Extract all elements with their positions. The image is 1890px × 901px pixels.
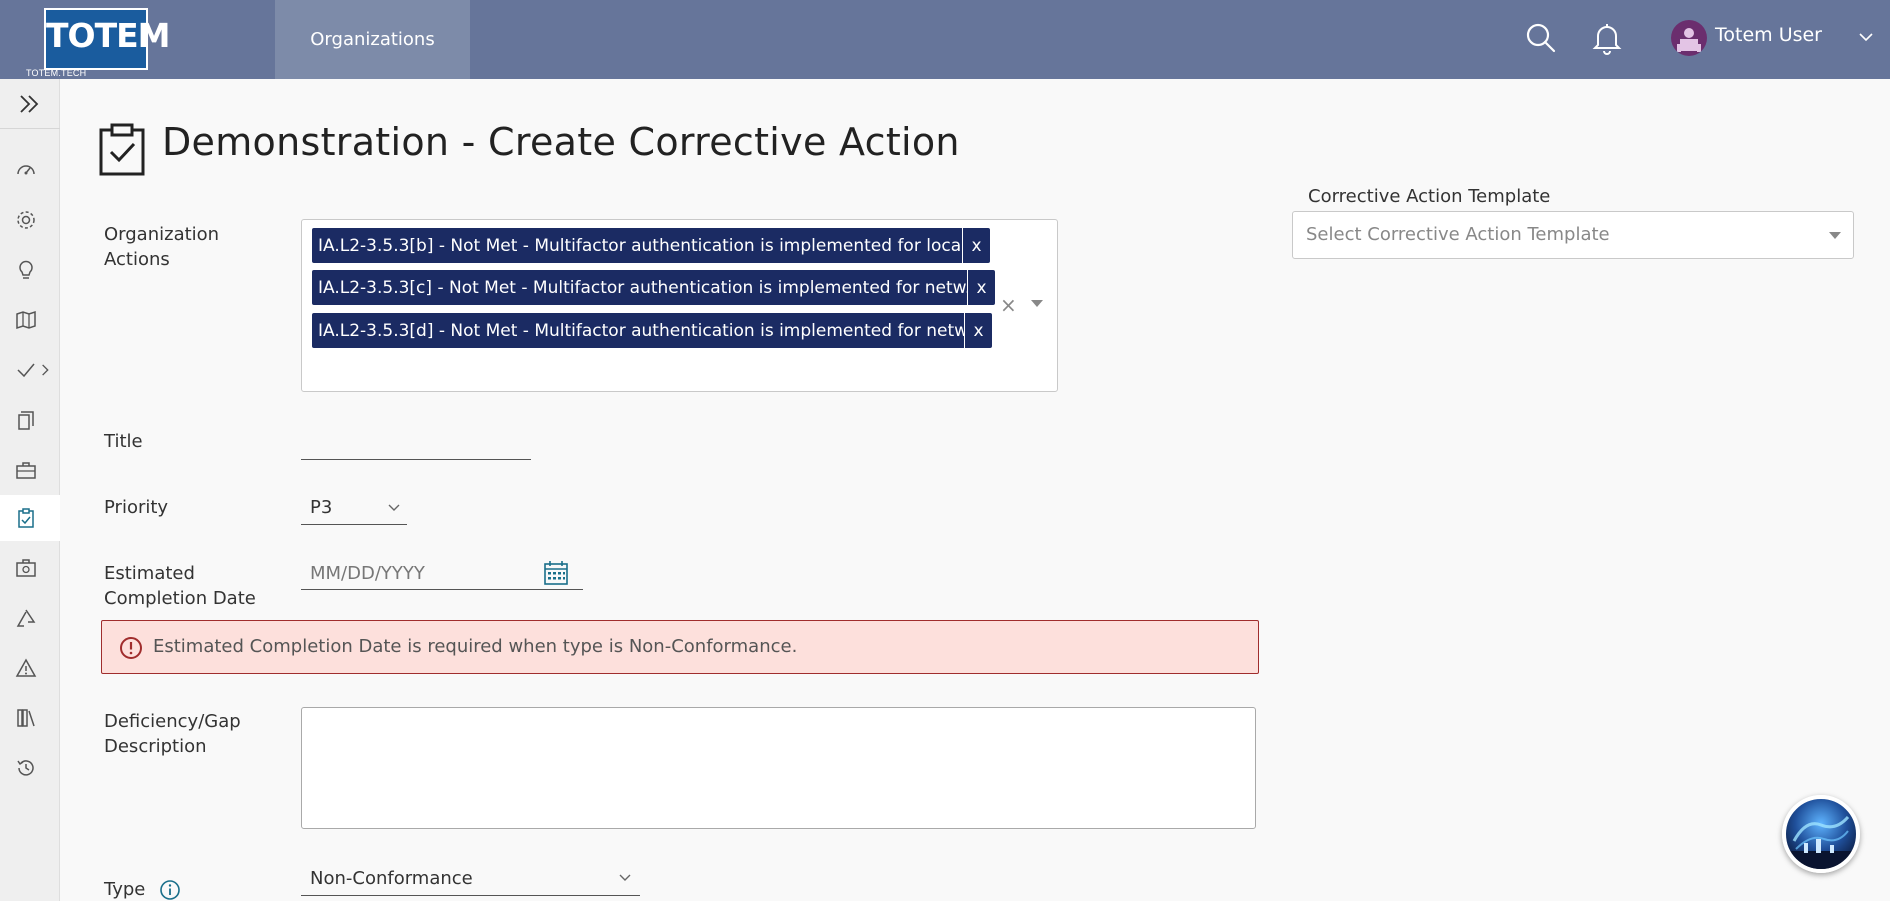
document-icon (18, 411, 34, 430)
type-value: Non-Conformance (310, 868, 473, 889)
info-icon[interactable] (159, 879, 181, 901)
user-avatar[interactable] (1671, 20, 1707, 56)
action-chip: IA.L2-3.5.3[c] - Not Met - Multifactor a… (312, 270, 995, 305)
sidebar-item-projects[interactable] (0, 447, 60, 493)
action-chip-label: IA.L2-3.5.3[d] - Not Met - Multifactor a… (318, 320, 964, 341)
recycle-icon (16, 609, 36, 627)
briefcase-icon (16, 462, 36, 479)
chip-remove-button[interactable]: x (967, 270, 995, 305)
page-title: Demonstration - Create Corrective Action (162, 120, 960, 164)
calendar-icon[interactable] (543, 560, 569, 586)
template-placeholder: Select Corrective Action Template (1306, 224, 1610, 245)
date-placeholder: MM/DD/YYYY (310, 563, 425, 584)
sidebar-item-corrective-actions[interactable] (0, 495, 60, 541)
gear-icon (17, 211, 35, 229)
sidebar-item-dashboard[interactable] (0, 147, 60, 193)
chevron-down-icon (388, 504, 400, 511)
action-chip: IA.L2-3.5.3[d] - Not Met - Multifactor a… (312, 313, 992, 348)
chip-remove-button[interactable]: x (964, 313, 992, 348)
sidebar-item-map[interactable] (0, 297, 60, 343)
search-icon[interactable] (1523, 20, 1559, 56)
template-label: Corrective Action Template (1308, 186, 1551, 207)
warning-icon (15, 658, 37, 677)
sidebar-item-ideas[interactable] (0, 247, 60, 293)
first-aid-kit-icon (16, 559, 36, 577)
priority-select[interactable]: P3 (301, 493, 407, 525)
error-icon (120, 637, 142, 659)
type-select[interactable]: Non-Conformance (301, 864, 640, 896)
history-icon (17, 760, 34, 776)
caret-down-icon[interactable] (1031, 300, 1043, 307)
priority-value: P3 (310, 497, 333, 518)
sidebar-item-history[interactable] (0, 745, 60, 791)
sidebar-item-assessments[interactable] (0, 347, 60, 393)
checkmark-icon (17, 363, 35, 378)
user-name[interactable]: Totem User (1715, 24, 1822, 46)
caret-down-icon (1829, 232, 1841, 239)
bell-icon[interactable] (1589, 20, 1625, 56)
nav-tab-organizations[interactable]: Organizations (275, 0, 470, 79)
double-chevron-right-icon (20, 94, 39, 113)
title-input[interactable] (301, 430, 531, 460)
dashboard-icon (17, 165, 35, 175)
org-actions-multiselect[interactable]: IA.L2-3.5.3[b] - Not Met - Multifactor a… (301, 219, 1058, 392)
logo-text: TOTEM (46, 16, 170, 55)
aurora-avatar-icon (1786, 815, 1856, 869)
completion-date-input[interactable]: MM/DD/YYYY (301, 558, 583, 590)
chevron-right-icon[interactable] (39, 359, 55, 381)
top-bar: TOTEM TOTEM.TECH Organizations Totem Use… (0, 0, 1890, 79)
sidebar-item-library[interactable] (0, 695, 60, 741)
title-label: Title (104, 431, 143, 452)
user-avatar-icon (1677, 28, 1701, 52)
sidebar-item-lifecycle[interactable] (0, 595, 60, 641)
chip-remove-button[interactable]: x (962, 228, 990, 263)
map-icon (16, 310, 36, 330)
sidebar-item-risks[interactable] (0, 645, 60, 691)
error-message: Estimated Completion Date is required wh… (153, 636, 798, 657)
sidebar (0, 79, 60, 901)
clipboard-check-icon (99, 123, 145, 176)
template-select[interactable]: Select Corrective Action Template (1292, 211, 1854, 259)
action-chip-label: IA.L2-3.5.3[b] - Not Met - Multifactor a… (318, 235, 962, 256)
chevron-down-icon[interactable] (1855, 26, 1877, 48)
sidebar-expand-button[interactable] (0, 79, 60, 129)
org-actions-label: Organization Actions (104, 224, 220, 270)
sidebar-item-settings[interactable] (0, 197, 60, 243)
sidebar-item-documents[interactable] (0, 397, 60, 443)
error-alert: Estimated Completion Date is required wh… (101, 620, 1259, 674)
chevron-down-icon (619, 874, 631, 881)
action-chip-label: IA.L2-3.5.3[c] - Not Met - Multifactor a… (318, 277, 967, 298)
clipboard-check-icon (18, 508, 34, 528)
logo-subtext: TOTEM.TECH (26, 68, 87, 78)
totem-logo[interactable]: TOTEM (44, 8, 170, 70)
clear-all-button[interactable]: × (1000, 293, 1017, 317)
sidebar-item-incidents[interactable] (0, 545, 60, 591)
deficiency-label: Deficiency/Gap Description (104, 711, 241, 757)
date-label: Estimated Completion Date (104, 563, 256, 609)
lightbulb-icon (19, 260, 33, 279)
deficiency-textarea[interactable] (301, 707, 1256, 829)
type-label: Type (104, 879, 146, 900)
assistant-chat-button[interactable] (1782, 795, 1860, 873)
priority-label: Priority (104, 497, 169, 518)
library-icon (17, 709, 35, 727)
action-chip: IA.L2-3.5.3[b] - Not Met - Multifactor a… (312, 228, 990, 263)
